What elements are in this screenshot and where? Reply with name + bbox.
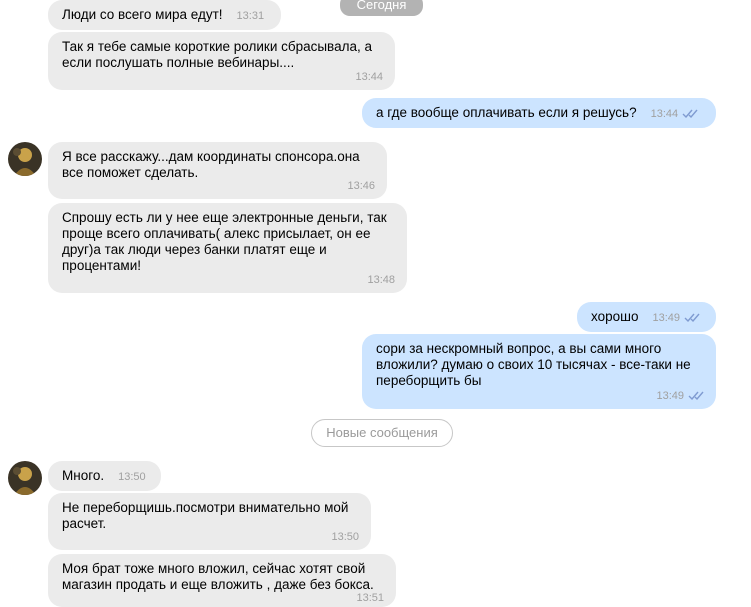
avatar[interactable] [8, 461, 42, 495]
incoming-message[interactable]: Спрошу есть ли у нее еще электронные ден… [48, 203, 407, 293]
incoming-message[interactable]: Моя брат тоже много вложил, сейчас хотят… [48, 554, 396, 607]
message-time: 13:46 [347, 180, 375, 192]
outgoing-message[interactable]: сори за нескромный вопрос, а вы сами мно… [362, 334, 716, 409]
message-time: 13:48 [367, 274, 395, 286]
incoming-message[interactable]: Люди со всего мира едут! 13:31 [48, 0, 281, 30]
incoming-message[interactable]: Много. 13:50 [48, 461, 161, 491]
avatar[interactable] [8, 142, 42, 176]
message-time: 13:50 [331, 531, 359, 543]
message-time: 13:49 [652, 312, 680, 324]
message-time: 13:44 [650, 108, 679, 120]
message-text: а где вообще оплачивать если я решусь? [376, 105, 637, 120]
date-divider: Сегодня [340, 0, 423, 16]
message-text: Спрошу есть ли у нее еще электронные ден… [62, 210, 387, 273]
new-messages-divider: Новые сообщения [311, 419, 453, 447]
incoming-message[interactable]: Не переборщишь.посмотри внимательно мой … [48, 493, 371, 550]
read-icon [682, 109, 698, 118]
outgoing-message[interactable]: хорошо 13:49 [577, 302, 716, 332]
message-time: 13:49 [656, 390, 684, 402]
incoming-message[interactable]: Так я тебе самые короткие ролики сбрасыв… [48, 32, 395, 90]
message-time: 13:50 [118, 471, 146, 483]
message-text: хорошо [591, 309, 639, 324]
message-text: Люди со всего мира едут! [62, 7, 223, 22]
avatar-image [8, 461, 42, 495]
message-text: Я все расскажу...дам координаты спонсора… [62, 149, 360, 180]
message-text: сори за нескромный вопрос, а вы сами мно… [376, 341, 691, 388]
message-text: Много. [62, 468, 105, 483]
message-time: 13:31 [236, 10, 265, 22]
avatar-image [8, 142, 42, 176]
read-icon [688, 391, 704, 400]
read-icon [684, 313, 700, 322]
message-text: Так я тебе самые короткие ролики сбрасыв… [62, 39, 372, 70]
message-time: 13:51 [356, 592, 384, 604]
message-text: Моя брат тоже много вложил, сейчас хотят… [62, 561, 374, 592]
message-text: Не переборщишь.посмотри внимательно мой … [62, 500, 349, 531]
outgoing-message[interactable]: а где вообще оплачивать если я решусь? 13… [362, 98, 716, 128]
message-time: 13:44 [355, 71, 383, 83]
incoming-message[interactable]: Я все расскажу...дам координаты спонсора… [48, 142, 387, 199]
